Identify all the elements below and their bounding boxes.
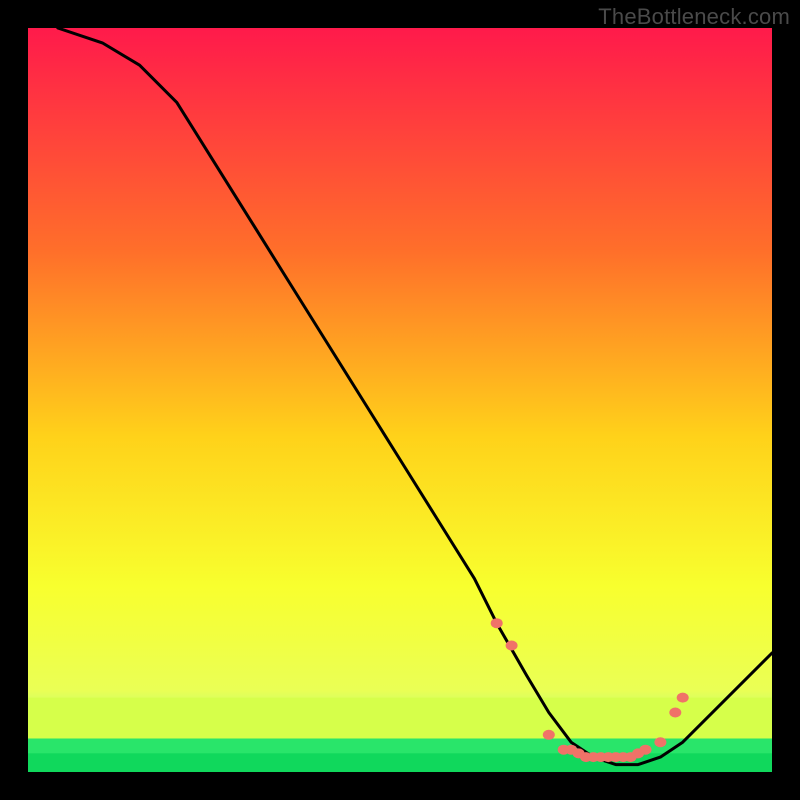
scatter-point [669, 708, 681, 718]
scatter-point [654, 737, 666, 747]
chart-band [28, 698, 772, 739]
watermark-text: TheBottleneck.com [598, 4, 790, 30]
scatter-point [640, 745, 652, 755]
chart-background [28, 28, 772, 772]
scatter-point [491, 618, 503, 628]
chart-plot-area [28, 28, 772, 772]
chart-svg [28, 28, 772, 772]
scatter-point [677, 693, 689, 703]
scatter-point [506, 641, 518, 651]
chart-frame: TheBottleneck.com [0, 0, 800, 800]
scatter-point [543, 730, 555, 740]
